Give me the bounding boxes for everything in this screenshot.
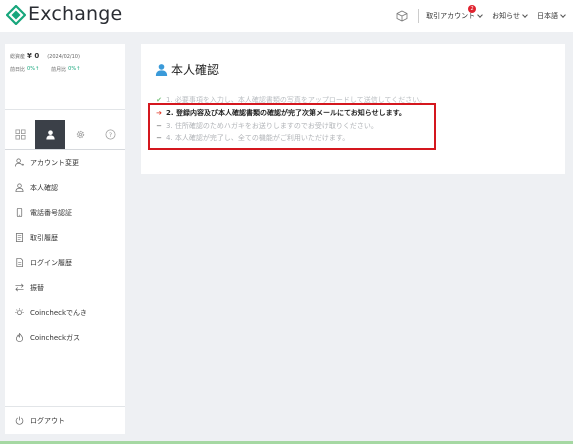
logout-button[interactable]: ログアウト	[5, 406, 125, 434]
flame-icon	[15, 333, 24, 342]
total-assets-label: 総資産	[10, 54, 26, 60]
day-change-value: 0%↑	[27, 66, 40, 72]
chevron-down-icon	[522, 12, 528, 18]
total-assets-value: ¥ 0	[27, 52, 40, 60]
tab-account[interactable]	[35, 120, 65, 149]
sidebar-item-label: 本人確認	[30, 183, 58, 192]
month-change-label: 前月比	[51, 67, 67, 73]
file-icon	[16, 258, 24, 267]
logout-label: ログアウト	[30, 416, 65, 425]
sidebar-item-account-change[interactable]: アカウント変更	[5, 150, 125, 175]
header-right: 取引アカウント 2 お知らせ 日本語	[396, 0, 566, 32]
sidebar-item-login-history[interactable]: ログイン履歴	[5, 250, 125, 275]
box-icon[interactable]	[396, 10, 408, 22]
user-switch-icon	[15, 158, 24, 167]
sidebar-tabs: ?	[5, 120, 125, 150]
tab-settings[interactable]	[65, 120, 95, 149]
day-change-label: 前日比	[10, 67, 26, 73]
svg-text:?: ?	[108, 131, 111, 139]
sidebar-item-label: Coincheckガス	[30, 333, 81, 342]
chevron-down-icon	[560, 12, 566, 18]
transfer-icon	[15, 283, 24, 292]
balance-date: (2024/02/10)	[47, 54, 80, 60]
sidebar-item-transfer[interactable]: 振替	[5, 275, 125, 300]
sidebar-item-coincheck-gas[interactable]: Coincheckガス	[5, 325, 125, 350]
grid-icon	[15, 129, 25, 140]
account-menu[interactable]: 取引アカウント 2	[426, 5, 483, 21]
user-icon	[15, 183, 24, 192]
sidebar-item-label: アカウント変更	[30, 158, 79, 167]
sidebar-item-label: 振替	[30, 283, 44, 292]
user-icon	[155, 64, 168, 76]
sidebar-item-label: 電話番号認証	[30, 208, 72, 217]
sidebar: 総資産 ¥ 0 (2024/02/10) 前日比 0%↑ 前月比 0%↑ ? ア…	[5, 44, 125, 434]
sidebar-item-label: Coincheckでんき	[30, 308, 88, 317]
tab-help[interactable]: ?	[95, 120, 125, 149]
tab-dashboard[interactable]	[5, 120, 35, 149]
help-icon: ?	[105, 129, 115, 140]
sidebar-item-trade-history[interactable]: 取引履歴	[5, 225, 125, 250]
notifications-menu[interactable]: お知らせ	[492, 11, 528, 21]
user-icon	[45, 130, 55, 140]
page-title-text: 本人確認	[171, 63, 220, 77]
month-change-value: 0%↑	[68, 66, 81, 72]
gear-icon	[76, 130, 84, 139]
logo-text[interactable]: Exchange	[28, 3, 122, 25]
balance-panel: 総資産 ¥ 0 (2024/02/10) 前日比 0%↑ 前月比 0%↑	[5, 44, 125, 110]
sidebar-item-coincheck-denki[interactable]: Coincheckでんき	[5, 300, 125, 325]
language-label: 日本語	[537, 12, 558, 20]
language-menu[interactable]: 日本語	[537, 11, 566, 21]
sidebar-item-label: ログイン履歴	[30, 258, 72, 267]
document-icon	[15, 233, 24, 242]
sidebar-item-label: 取引履歴	[30, 233, 58, 242]
sidebar-menu: アカウント変更 本人確認 電話番号認証 取引履歴 ログイン履歴 振替 Coinc…	[5, 150, 125, 350]
sidebar-item-identity[interactable]: 本人確認	[5, 175, 125, 200]
power-icon	[15, 416, 24, 425]
top-header: Exchange 取引アカウント 2 お知らせ 日本語	[0, 0, 573, 32]
sidebar-item-phone[interactable]: 電話番号認証	[5, 200, 125, 225]
logo-icon[interactable]	[6, 5, 26, 25]
bulb-icon	[15, 308, 24, 316]
phone-icon	[16, 208, 23, 217]
account-label: 取引アカウント	[426, 12, 476, 20]
page-title: 本人確認	[155, 61, 219, 78]
highlight-box	[148, 103, 436, 150]
header-divider	[418, 9, 420, 23]
chevron-down-icon	[477, 12, 483, 18]
notifications-label: お知らせ	[492, 12, 520, 20]
